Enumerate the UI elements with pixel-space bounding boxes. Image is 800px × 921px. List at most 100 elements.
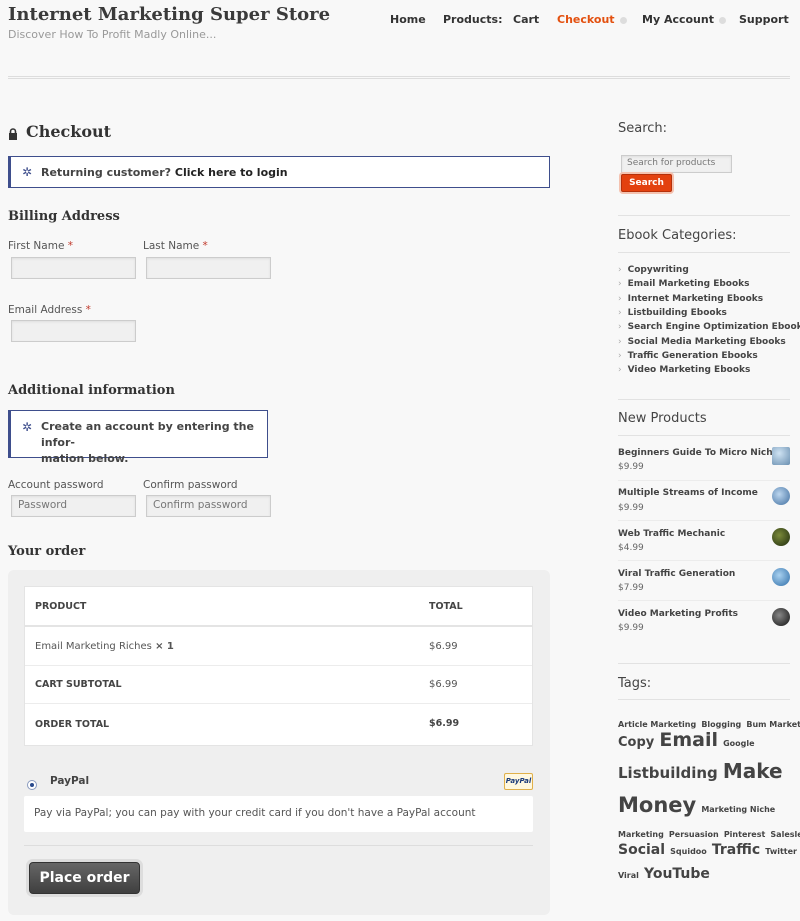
tag-link[interactable]: Viral <box>618 871 639 880</box>
your-order-heading: Your order <box>8 544 86 559</box>
category-link[interactable]: › Video Marketing Ebooks <box>618 365 750 375</box>
category-link[interactable]: › Listbuilding Ebooks <box>618 308 727 318</box>
nav-support[interactable]: Support <box>739 13 789 26</box>
product-link[interactable]: Video Marketing Profits <box>618 609 738 619</box>
email-label-text: Email Address <box>8 304 83 316</box>
tag-link[interactable]: Copy <box>618 735 654 750</box>
place-order-button[interactable]: Place order <box>29 862 140 894</box>
email-field[interactable] <box>11 320 136 342</box>
list-divider <box>618 600 790 601</box>
sidebar-divider <box>618 252 790 253</box>
product-price: $7.99 <box>618 583 644 593</box>
confirm-password-field[interactable]: Confirm password <box>146 495 271 517</box>
login-link[interactable]: Click here to login <box>175 166 288 179</box>
tag-link[interactable]: Money <box>618 793 696 817</box>
category-label: Social Media Marketing Ebooks <box>627 337 786 347</box>
category-label: Traffic Generation Ebooks <box>627 351 758 361</box>
email-label: Email Address * <box>8 304 91 316</box>
order-total-label: ORDER TOTAL <box>35 719 110 730</box>
tag-link[interactable]: Marketing Niche <box>701 805 775 814</box>
search-input[interactable]: Search for products <box>621 155 732 173</box>
table-row: Email Marketing Riches × 1 $6.99 <box>25 627 532 666</box>
gear-icon: ✲ <box>22 420 33 434</box>
tag-link[interactable]: Squidoo <box>670 847 707 856</box>
category-link[interactable]: › Copywriting <box>618 265 689 275</box>
page-title: Checkout <box>26 122 112 141</box>
nav-products[interactable]: Products: <box>443 13 502 26</box>
nav-cart[interactable]: Cart <box>513 13 539 26</box>
search-heading: Search: <box>618 121 668 136</box>
tag-link[interactable]: YouTube <box>644 866 710 882</box>
category-link[interactable]: › Traffic Generation Ebooks <box>618 351 758 361</box>
tag-cloud: Article Marketing Blogging Bum Marketing… <box>618 712 800 885</box>
category-label: Email Marketing Ebooks <box>627 279 750 289</box>
product-link[interactable]: Web Traffic Mechanic <box>618 529 725 539</box>
account-password-label: Account password <box>8 479 104 491</box>
notice-line: Create an account by entering the infor- <box>41 420 254 449</box>
create-account-notice: ✲ Create an account by entering the info… <box>8 410 268 465</box>
billing-heading: Billing Address <box>8 209 120 224</box>
item-total: $6.99 <box>429 641 458 652</box>
tag-link[interactable]: Listbuilding <box>618 764 718 782</box>
category-label: Video Marketing Ebooks <box>627 365 751 375</box>
paypal-radio[interactable] <box>27 780 37 790</box>
category-label: Listbuilding Ebooks <box>627 308 727 318</box>
tag-link[interactable]: Make <box>723 759 783 783</box>
confirm-password-label: Confirm password <box>143 479 238 491</box>
chevron-right-icon: › <box>618 351 622 361</box>
site-title[interactable]: Internet Marketing Super Store <box>8 4 330 25</box>
nav-my-account[interactable]: My Account <box>642 13 726 26</box>
tag-link[interactable]: Social <box>618 842 665 858</box>
payment-method-label[interactable]: PayPal <box>50 775 89 787</box>
list-divider <box>618 520 790 521</box>
lock-icon <box>8 125 18 140</box>
subtotal-value: $6.99 <box>429 679 458 690</box>
divider <box>24 845 533 846</box>
last-name-label-text: Last Name <box>143 240 200 252</box>
returning-customer-notice: ✲ Returning customer? Click here to logi… <box>8 156 550 188</box>
tag-link[interactable]: Google <box>723 739 754 748</box>
product-link[interactable]: Beginners Guide To Micro Niches <box>618 448 784 458</box>
nav-checkout-label: Checkout <box>557 13 615 26</box>
chevron-right-icon: › <box>618 308 622 318</box>
product-thumbnail[interactable] <box>772 528 790 546</box>
chevron-right-icon: › <box>618 365 622 375</box>
product-thumbnail[interactable] <box>772 568 790 586</box>
category-link[interactable]: › Search Engine Optimization Ebooks <box>618 322 800 332</box>
product-price: $9.99 <box>618 503 644 513</box>
product-link[interactable]: Viral Traffic Generation <box>618 569 735 579</box>
product-thumbnail[interactable] <box>772 487 790 505</box>
gear-icon: ✲ <box>22 165 33 179</box>
tag-link[interactable]: Email <box>659 729 718 751</box>
tag-link[interactable]: Traffic <box>712 842 760 858</box>
notice-line: mation below. <box>41 452 129 465</box>
payment-description: Pay via PayPal; you can pay with your cr… <box>24 796 533 832</box>
nav-checkout[interactable]: Checkout <box>557 13 627 26</box>
sidebar-divider <box>618 215 790 216</box>
required-mark: * <box>85 304 91 316</box>
chevron-right-icon: › <box>618 279 622 289</box>
account-password-field[interactable]: Password <box>11 495 136 517</box>
product-link[interactable]: Multiple Streams of Income <box>618 488 758 498</box>
category-label: Search Engine Optimization Ebooks <box>627 322 800 332</box>
chevron-right-icon: › <box>618 294 622 304</box>
last-name-field[interactable] <box>146 257 271 279</box>
paypal-logo: PayPal <box>504 773 533 790</box>
nav-home[interactable]: Home <box>390 13 426 26</box>
dropdown-indicator-icon <box>619 16 627 24</box>
category-link[interactable]: › Internet Marketing Ebooks <box>618 294 763 304</box>
tag-link[interactable]: Twitter <box>765 847 797 856</box>
category-link[interactable]: › Email Marketing Ebooks <box>618 279 750 289</box>
category-link[interactable]: › Social Media Marketing Ebooks <box>618 337 786 347</box>
sidebar-divider <box>618 435 790 436</box>
search-button[interactable]: Search <box>621 174 672 192</box>
sidebar-divider <box>618 699 790 700</box>
required-mark: * <box>202 240 208 252</box>
tag-line: Marketing Persuasion Pinterest Saleslett… <box>618 822 800 839</box>
tag-line: Copy Email Google <box>618 726 794 755</box>
product-thumbnail[interactable] <box>772 608 790 626</box>
first-name-field[interactable] <box>11 257 136 279</box>
table-header-row: PRODUCT TOTAL <box>25 587 532 627</box>
col-product: PRODUCT <box>35 601 87 612</box>
product-thumbnail[interactable] <box>772 447 790 465</box>
